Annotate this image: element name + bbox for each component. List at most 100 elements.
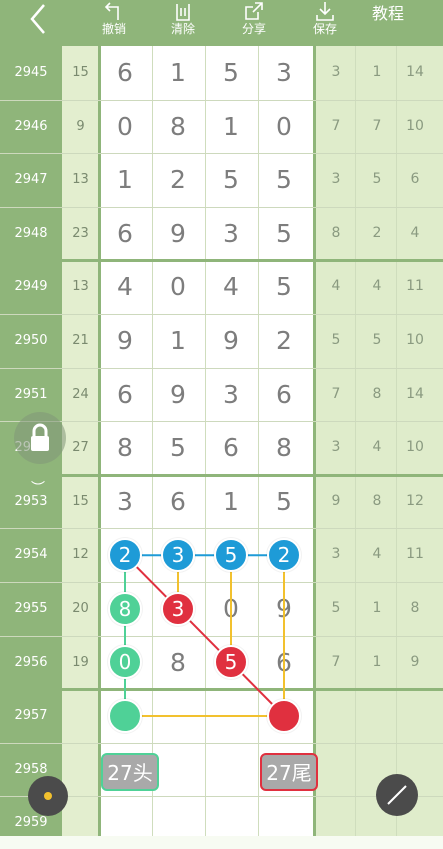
digit-cell[interactable] xyxy=(205,796,257,849)
issue-number: 2946 xyxy=(14,118,48,134)
digit-cell[interactable]: 8 xyxy=(152,100,204,153)
lock-button[interactable] xyxy=(14,412,66,464)
sum-value: 20 xyxy=(72,601,89,616)
stat-cell: 14 xyxy=(406,385,424,402)
marked-number-ball[interactable]: 3 xyxy=(161,538,195,573)
marked-number-ball[interactable]: 3 xyxy=(161,591,195,626)
color-dot-button[interactable] xyxy=(28,776,68,816)
digit-cell[interactable] xyxy=(152,689,204,742)
stat-cell: 2 xyxy=(372,224,382,241)
stat-cell: 10 xyxy=(406,439,424,456)
digit-cell[interactable]: 6 xyxy=(258,368,310,421)
table-row: 2949 13 4 0 4 5 4 4 11 xyxy=(0,260,443,313)
digit-cell[interactable]: 6 xyxy=(99,46,151,99)
issue-number: 2945 xyxy=(14,65,48,80)
issue-number: 2947 xyxy=(14,172,48,188)
marked-number-ball[interactable]: 2 xyxy=(267,538,301,573)
table-row: 2946 9 0 8 1 0 7 7 10 xyxy=(0,100,443,153)
table-row: 2948 23 6 9 3 5 8 2 4 xyxy=(0,207,443,260)
issue-number: 2949 xyxy=(14,279,48,295)
digit-cell[interactable]: 5 xyxy=(205,46,257,99)
marked-number-ball[interactable]: 2 xyxy=(108,538,142,573)
save-label: 保存 xyxy=(312,22,337,36)
digit-cell[interactable]: 1 xyxy=(99,153,151,206)
digit-cell[interactable]: 5 xyxy=(258,260,310,313)
digit-cell[interactable] xyxy=(152,743,204,796)
table-row: 2950 21 9 1 9 2 5 5 10 xyxy=(0,314,443,367)
digit-cell[interactable]: 9 xyxy=(258,582,310,635)
digit-cell[interactable]: 0 xyxy=(205,582,257,635)
trash-icon xyxy=(176,4,190,21)
head-endpoint-dot[interactable] xyxy=(108,699,142,733)
digit-cell[interactable]: 3 xyxy=(205,207,257,260)
digit-cell[interactable]: 6 xyxy=(258,636,310,689)
back-chevron-icon[interactable] xyxy=(22,2,56,36)
digit-cell[interactable]: 3 xyxy=(205,368,257,421)
digit-cell[interactable]: 6 xyxy=(99,207,151,260)
clear-button[interactable]: 清除 xyxy=(155,0,211,46)
sum-value: 27 xyxy=(72,440,89,456)
digit-cell[interactable]: 9 xyxy=(205,314,257,367)
digit-cell[interactable]: 8 xyxy=(258,421,310,474)
stat-cell xyxy=(316,689,356,742)
digit-cell[interactable]: 0 xyxy=(99,100,151,153)
tutorial-button[interactable]: 教程 xyxy=(372,4,404,24)
stat-cell: 11 xyxy=(406,278,424,295)
digit-cell[interactable]: 5 xyxy=(205,153,257,206)
digit-cell[interactable]: 2 xyxy=(152,153,204,206)
digit-cell[interactable]: 1 xyxy=(205,475,257,528)
stat-cell: 6 xyxy=(410,171,420,188)
digit-cell[interactable]: 2 xyxy=(258,314,310,367)
marked-number-ball[interactable]: 8 xyxy=(108,591,142,626)
sum-value: 13 xyxy=(72,279,89,295)
sum-value: 13 xyxy=(72,172,89,188)
marked-number-ball[interactable]: 5 xyxy=(214,538,248,573)
digit-cell[interactable]: 6 xyxy=(152,475,204,528)
issue-number: 2954 xyxy=(14,547,48,563)
digit-cell[interactable]: 1 xyxy=(152,314,204,367)
sum-value xyxy=(62,689,99,742)
stat-cell: 11 xyxy=(406,546,424,563)
share-button[interactable]: 分享 xyxy=(226,0,282,46)
digit-cell[interactable]: 1 xyxy=(152,46,204,99)
digit-cell[interactable]: 3 xyxy=(99,475,151,528)
digit-cell[interactable]: 0 xyxy=(258,100,310,153)
digit-cell[interactable] xyxy=(205,689,257,742)
digit-cell[interactable]: 4 xyxy=(99,260,151,313)
stat-cell: 10 xyxy=(406,117,424,134)
digit-cell[interactable]: 9 xyxy=(152,207,204,260)
stat-cell: 1 xyxy=(372,653,382,670)
digit-cell[interactable]: 9 xyxy=(152,368,204,421)
yellow-dot-icon xyxy=(44,792,52,800)
digit-cell[interactable]: 9 xyxy=(99,314,151,367)
digit-cell[interactable]: 1 xyxy=(205,100,257,153)
digit-cell[interactable] xyxy=(258,796,310,849)
digit-cell[interactable]: 4 xyxy=(205,260,257,313)
stat-cell: 3 xyxy=(331,171,341,188)
digit-cell[interactable]: 0 xyxy=(152,260,204,313)
digit-cell[interactable] xyxy=(99,796,151,849)
digit-cell[interactable]: 3 xyxy=(258,46,310,99)
stat-cell: 5 xyxy=(331,600,341,616)
digit-cell[interactable]: 6 xyxy=(99,368,151,421)
tail-label[interactable]: 27尾 xyxy=(260,753,318,791)
digit-cell[interactable]: 5 xyxy=(152,421,204,474)
collapse-chevron-icon[interactable]: ︶ xyxy=(31,478,45,498)
digit-cell[interactable]: 8 xyxy=(152,636,204,689)
digit-cell[interactable] xyxy=(205,743,257,796)
digit-cell[interactable]: 6 xyxy=(205,421,257,474)
save-button[interactable]: 保存 xyxy=(297,0,353,46)
tail-endpoint-dot[interactable] xyxy=(267,699,301,733)
undo-button[interactable]: 撤销 xyxy=(86,0,142,46)
digit-cell[interactable]: 5 xyxy=(258,207,310,260)
sum-value: 15 xyxy=(72,65,89,80)
line-tool-button[interactable] xyxy=(376,774,418,816)
lock-icon xyxy=(31,423,49,451)
digit-cell[interactable]: 5 xyxy=(258,475,310,528)
digit-cell[interactable] xyxy=(152,796,204,849)
head-label[interactable]: 27头 xyxy=(101,753,159,791)
digit-cell[interactable]: 5 xyxy=(258,153,310,206)
share-label: 分享 xyxy=(241,22,266,36)
sum-value: 15 xyxy=(72,493,89,509)
digit-cell[interactable]: 8 xyxy=(99,421,151,474)
